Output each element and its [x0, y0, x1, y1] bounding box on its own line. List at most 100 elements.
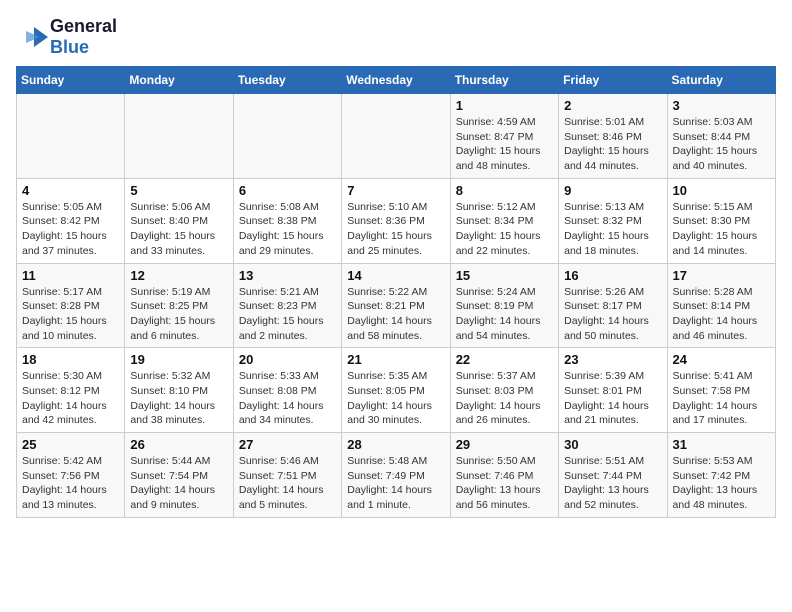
day-number: 1	[456, 98, 553, 113]
calendar-cell: 30 Sunrise: 5:51 AM Sunset: 7:44 PM Dayli…	[559, 433, 667, 518]
day-info: Sunrise: 5:21 AM Sunset: 8:23 PM Dayligh…	[239, 285, 336, 344]
calendar-cell: 28Sunrise: 5:48 AM Sunset: 7:49 PM Dayli…	[342, 433, 450, 518]
column-header-thursday: Thursday	[450, 67, 558, 94]
calendar-cell: 9 Sunrise: 5:13 AM Sunset: 8:32 PM Daylig…	[559, 178, 667, 263]
calendar-cell: 29 Sunrise: 5:50 AM Sunset: 7:46 PM Dayli…	[450, 433, 558, 518]
calendar-cell: 23 Sunrise: 5:39 AM Sunset: 8:01 PM Dayli…	[559, 348, 667, 433]
day-info: Sunrise: 5:05 AM Sunset: 8:42 PM Dayligh…	[22, 200, 119, 259]
calendar-cell: 17Sunrise: 5:28 AM Sunset: 8:14 PM Dayli…	[667, 263, 775, 348]
calendar-table: SundayMondayTuesdayWednesdayThursdayFrid…	[16, 66, 776, 518]
calendar-cell	[125, 94, 233, 179]
day-number: 18	[22, 352, 119, 367]
column-header-friday: Friday	[559, 67, 667, 94]
day-info: Sunrise: 5:26 AM Sunset: 8:17 PM Dayligh…	[564, 285, 661, 344]
day-number: 6	[239, 183, 336, 198]
day-info: Sunrise: 5:01 AM Sunset: 8:46 PM Dayligh…	[564, 115, 661, 174]
column-header-monday: Monday	[125, 67, 233, 94]
column-header-sunday: Sunday	[17, 67, 125, 94]
calendar-cell: 2 Sunrise: 5:01 AM Sunset: 8:46 PM Daylig…	[559, 94, 667, 179]
day-info: Sunrise: 5:44 AM Sunset: 7:54 PM Dayligh…	[130, 454, 227, 513]
day-info: Sunrise: 5:53 AM Sunset: 7:42 PM Dayligh…	[673, 454, 770, 513]
calendar-cell: 10 Sunrise: 5:15 AM Sunset: 8:30 PM Dayli…	[667, 178, 775, 263]
calendar-cell: 16 Sunrise: 5:26 AM Sunset: 8:17 PM Dayli…	[559, 263, 667, 348]
column-header-tuesday: Tuesday	[233, 67, 341, 94]
calendar-cell: 18 Sunrise: 5:30 AM Sunset: 8:12 PM Dayli…	[17, 348, 125, 433]
calendar-cell: 26 Sunrise: 5:44 AM Sunset: 7:54 PM Dayli…	[125, 433, 233, 518]
day-info: Sunrise: 5:32 AM Sunset: 8:10 PM Dayligh…	[130, 369, 227, 428]
day-info: Sunrise: 5:37 AM Sunset: 8:03 PM Dayligh…	[456, 369, 553, 428]
logo-icon	[16, 25, 48, 49]
calendar-cell: 5 Sunrise: 5:06 AM Sunset: 8:40 PM Daylig…	[125, 178, 233, 263]
calendar-cell: 7Sunrise: 5:10 AM Sunset: 8:36 PM Daylig…	[342, 178, 450, 263]
day-info: Sunrise: 4:59 AM Sunset: 8:47 PM Dayligh…	[456, 115, 553, 174]
day-info: Sunrise: 5:39 AM Sunset: 8:01 PM Dayligh…	[564, 369, 661, 428]
calendar-cell: 21 Sunrise: 5:35 AM Sunset: 8:05 PM Dayli…	[342, 348, 450, 433]
day-number: 10	[673, 183, 770, 198]
calendar-cell: 6 Sunrise: 5:08 AM Sunset: 8:38 PM Daylig…	[233, 178, 341, 263]
day-number: 22	[456, 352, 553, 367]
calendar-cell: 1 Sunrise: 4:59 AM Sunset: 8:47 PM Daylig…	[450, 94, 558, 179]
calendar-week-row: 25Sunrise: 5:42 AM Sunset: 7:56 PM Dayli…	[17, 433, 776, 518]
calendar-cell: 22 Sunrise: 5:37 AM Sunset: 8:03 PM Dayli…	[450, 348, 558, 433]
calendar-cell: 31Sunrise: 5:53 AM Sunset: 7:42 PM Dayli…	[667, 433, 775, 518]
day-number: 16	[564, 268, 661, 283]
day-info: Sunrise: 5:17 AM Sunset: 8:28 PM Dayligh…	[22, 285, 119, 344]
day-number: 21	[347, 352, 444, 367]
logo: General Blue	[16, 16, 117, 58]
day-number: 29	[456, 437, 553, 452]
day-number: 4	[22, 183, 119, 198]
calendar-cell: 25Sunrise: 5:42 AM Sunset: 7:56 PM Dayli…	[17, 433, 125, 518]
day-number: 24	[673, 352, 770, 367]
page-header: General Blue	[16, 16, 776, 58]
day-number: 2	[564, 98, 661, 113]
logo-blue-text: Blue	[50, 37, 89, 57]
day-number: 27	[239, 437, 336, 452]
day-info: Sunrise: 5:48 AM Sunset: 7:49 PM Dayligh…	[347, 454, 444, 513]
day-number: 30	[564, 437, 661, 452]
calendar-week-row: 18 Sunrise: 5:30 AM Sunset: 8:12 PM Dayli…	[17, 348, 776, 433]
column-header-saturday: Saturday	[667, 67, 775, 94]
day-info: Sunrise: 5:03 AM Sunset: 8:44 PM Dayligh…	[673, 115, 770, 174]
calendar-cell: 4 Sunrise: 5:05 AM Sunset: 8:42 PM Daylig…	[17, 178, 125, 263]
day-number: 8	[456, 183, 553, 198]
day-info: Sunrise: 5:22 AM Sunset: 8:21 PM Dayligh…	[347, 285, 444, 344]
day-info: Sunrise: 5:24 AM Sunset: 8:19 PM Dayligh…	[456, 285, 553, 344]
day-info: Sunrise: 5:30 AM Sunset: 8:12 PM Dayligh…	[22, 369, 119, 428]
day-number: 5	[130, 183, 227, 198]
day-number: 14	[347, 268, 444, 283]
day-info: Sunrise: 5:08 AM Sunset: 8:38 PM Dayligh…	[239, 200, 336, 259]
day-number: 13	[239, 268, 336, 283]
calendar-cell	[233, 94, 341, 179]
calendar-cell: 14 Sunrise: 5:22 AM Sunset: 8:21 PM Dayli…	[342, 263, 450, 348]
calendar-week-row: 4 Sunrise: 5:05 AM Sunset: 8:42 PM Daylig…	[17, 178, 776, 263]
day-number: 26	[130, 437, 227, 452]
day-info: Sunrise: 5:06 AM Sunset: 8:40 PM Dayligh…	[130, 200, 227, 259]
day-number: 3	[673, 98, 770, 113]
calendar-cell: 20Sunrise: 5:33 AM Sunset: 8:08 PM Dayli…	[233, 348, 341, 433]
day-info: Sunrise: 5:51 AM Sunset: 7:44 PM Dayligh…	[564, 454, 661, 513]
calendar-cell: 11 Sunrise: 5:17 AM Sunset: 8:28 PM Dayli…	[17, 263, 125, 348]
calendar-cell: 8 Sunrise: 5:12 AM Sunset: 8:34 PM Daylig…	[450, 178, 558, 263]
day-number: 23	[564, 352, 661, 367]
calendar-cell	[17, 94, 125, 179]
day-info: Sunrise: 5:41 AM Sunset: 7:58 PM Dayligh…	[673, 369, 770, 428]
day-info: Sunrise: 5:50 AM Sunset: 7:46 PM Dayligh…	[456, 454, 553, 513]
day-info: Sunrise: 5:12 AM Sunset: 8:34 PM Dayligh…	[456, 200, 553, 259]
day-number: 17	[673, 268, 770, 283]
day-info: Sunrise: 5:35 AM Sunset: 8:05 PM Dayligh…	[347, 369, 444, 428]
day-info: Sunrise: 5:19 AM Sunset: 8:25 PM Dayligh…	[130, 285, 227, 344]
day-info: Sunrise: 5:15 AM Sunset: 8:30 PM Dayligh…	[673, 200, 770, 259]
calendar-header-row: SundayMondayTuesdayWednesdayThursdayFrid…	[17, 67, 776, 94]
day-info: Sunrise: 5:13 AM Sunset: 8:32 PM Dayligh…	[564, 200, 661, 259]
day-number: 9	[564, 183, 661, 198]
day-info: Sunrise: 5:42 AM Sunset: 7:56 PM Dayligh…	[22, 454, 119, 513]
calendar-cell: 12Sunrise: 5:19 AM Sunset: 8:25 PM Dayli…	[125, 263, 233, 348]
calendar-cell	[342, 94, 450, 179]
calendar-week-row: 11 Sunrise: 5:17 AM Sunset: 8:28 PM Dayli…	[17, 263, 776, 348]
column-header-wednesday: Wednesday	[342, 67, 450, 94]
day-info: Sunrise: 5:33 AM Sunset: 8:08 PM Dayligh…	[239, 369, 336, 428]
day-number: 11	[22, 268, 119, 283]
calendar-cell: 3 Sunrise: 5:03 AM Sunset: 8:44 PM Daylig…	[667, 94, 775, 179]
day-number: 7	[347, 183, 444, 198]
calendar-cell: 27Sunrise: 5:46 AM Sunset: 7:51 PM Dayli…	[233, 433, 341, 518]
